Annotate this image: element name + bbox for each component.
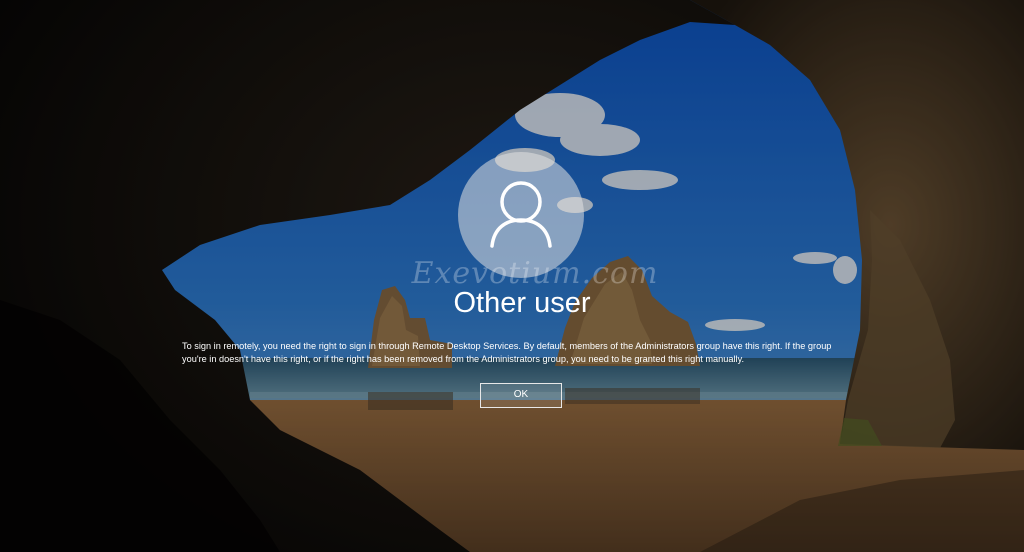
watermark-text: Exevotium.com: [411, 256, 659, 291]
error-message: To sign in remotely, you need the right …: [182, 341, 832, 364]
lock-screen: Exevotium.com Other user To sign in remo…: [0, 0, 1024, 552]
ok-button[interactable]: OK: [480, 383, 562, 408]
username-label: Other user: [453, 287, 591, 319]
